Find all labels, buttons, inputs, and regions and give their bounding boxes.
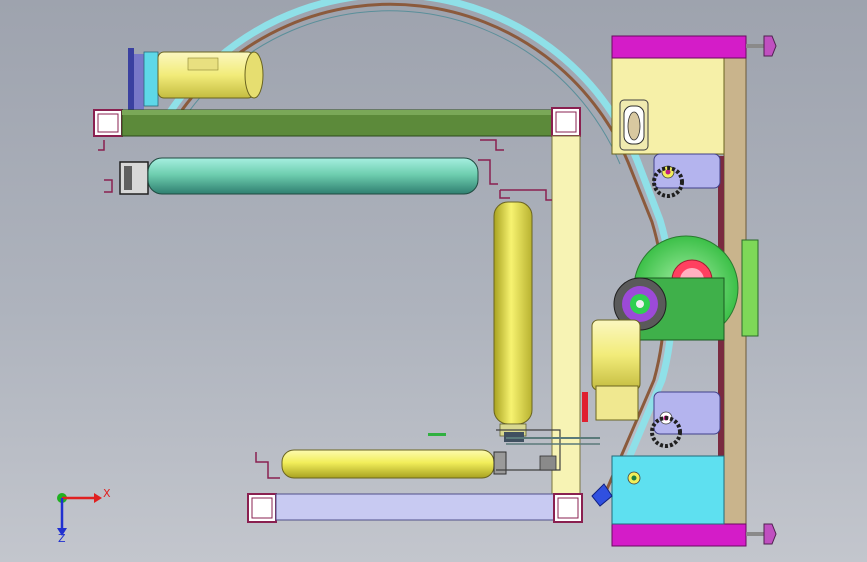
green-beam-top[interactable] — [93, 107, 581, 137]
teal-roller[interactable] — [98, 139, 504, 195]
cream-carriage-top[interactable] — [611, 57, 725, 155]
yellow-motor-middle[interactable] — [582, 319, 641, 422]
cad-viewport[interactable]: X Z — [0, 0, 867, 562]
lavender-beam-bottom[interactable] — [247, 493, 583, 523]
yellow-roller-bottom[interactable] — [255, 429, 600, 479]
lime-bracket — [741, 239, 759, 337]
z-axis-label: Z — [58, 532, 66, 545]
green-marker — [428, 433, 446, 436]
x-axis-label: X — [103, 487, 111, 500]
lavender-roller-block-upper[interactable] — [652, 153, 721, 198]
lavender-roller-block-lower[interactable] — [650, 391, 721, 448]
upright-bracket — [499, 189, 552, 201]
leveling-foot-top[interactable] — [746, 35, 777, 57]
yellow-roller-vertical[interactable] — [493, 201, 533, 437]
coordinate-triad: X Z — [57, 487, 111, 545]
cyan-carriage-bottom[interactable] — [611, 455, 725, 525]
cream-upright[interactable] — [551, 135, 581, 497]
magenta-cap-top[interactable] — [611, 35, 747, 59]
magenta-cap-bottom[interactable] — [611, 523, 747, 547]
leveling-foot-bottom[interactable] — [746, 523, 777, 545]
